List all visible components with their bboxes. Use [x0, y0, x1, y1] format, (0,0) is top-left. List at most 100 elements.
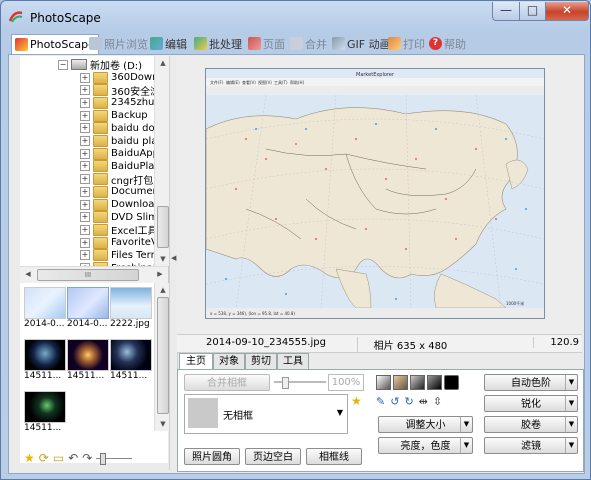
- thumbnail-label: 2014-0...: [24, 319, 65, 329]
- tree-horizontal-scrollbar[interactable]: ◀ III ▶: [20, 266, 168, 283]
- tab-batch[interactable]: 批处理: [194, 34, 242, 53]
- frame-opacity-slider[interactable]: [274, 377, 326, 389]
- scroll-thumb[interactable]: [157, 297, 169, 414]
- expand-icon[interactable]: +: [80, 212, 90, 223]
- tab-combine[interactable]: 合并: [290, 34, 327, 53]
- scroll-left-icon[interactable]: ◀: [20, 267, 36, 281]
- expand-icon[interactable]: +: [80, 85, 90, 96]
- expand-icon[interactable]: +: [80, 72, 90, 83]
- expand-icon[interactable]: +: [80, 224, 90, 235]
- editor-tab-bar: 主页 对象 剪切 工具: [177, 353, 582, 370]
- expand-icon[interactable]: +: [80, 148, 90, 159]
- thumbnail-image: [110, 339, 152, 371]
- main-tab-bar: PhotoScape 照片浏览 编辑 批处理 页面 合并 GIF 动画 打印 ?…: [11, 34, 583, 54]
- thumbnail-label: 14511...: [110, 371, 148, 381]
- thumbnail-item[interactable]: 2014-0...: [67, 287, 109, 329]
- invert-icon[interactable]: [444, 375, 459, 390]
- frame-preview: [188, 398, 218, 428]
- frame-select[interactable]: 无相框 ▼: [184, 394, 348, 434]
- back-arrow-icon[interactable]: ↶: [68, 451, 78, 465]
- open-folder-icon[interactable]: ▭: [53, 451, 64, 465]
- tab-gif[interactable]: GIF 动画: [332, 34, 391, 53]
- photo-status-text: x = 538, y = 346), (lon = 95.8, lat = 40…: [210, 311, 295, 316]
- frame-line-button[interactable]: 相框线: [306, 448, 362, 465]
- close-button[interactable]: ✕: [545, 2, 589, 21]
- thumbnail-scrollbar[interactable]: ▲ ▼: [154, 283, 170, 431]
- expand-icon[interactable]: +: [80, 174, 90, 185]
- resize-button[interactable]: 调整大小 ▼: [378, 416, 473, 433]
- hscroll-thumb[interactable]: III: [37, 269, 139, 281]
- rotate-right-icon[interactable]: ↻: [404, 395, 413, 410]
- round-photo-button[interactable]: 照片圆角: [184, 448, 240, 465]
- forward-arrow-icon[interactable]: ↷: [82, 451, 92, 465]
- tab-page[interactable]: 页面: [248, 34, 285, 53]
- preset-icon[interactable]: [376, 375, 391, 390]
- thumbnail-item[interactable]: 14511...: [110, 339, 152, 381]
- folder-icon: [93, 211, 108, 224]
- tree-vertical-scrollbar[interactable]: ▲ ▼: [154, 56, 170, 266]
- margin-button[interactable]: 页边空白: [245, 448, 301, 465]
- screenshot-photo: MarketExplorer 文件(F) 编辑(E) 查看(V) 视图(V) 工…: [205, 68, 545, 319]
- tab-photoscape[interactable]: PhotoScape: [11, 34, 99, 54]
- rotate-left-icon[interactable]: ↺: [390, 395, 399, 410]
- thumbnail-image: [67, 339, 109, 371]
- collapse-left-icon[interactable]: ◀: [171, 254, 176, 262]
- expand-icon[interactable]: +: [80, 110, 90, 121]
- collapse-icon[interactable]: −: [58, 59, 68, 70]
- sharpen-button[interactable]: 锐化 ▼: [484, 395, 578, 412]
- preset-icon[interactable]: [393, 375, 408, 390]
- minimize-button[interactable]: —: [492, 2, 520, 21]
- drive-icon: [71, 59, 87, 70]
- expand-icon[interactable]: +: [80, 250, 90, 261]
- thumbnail-item[interactable]: 14511...: [24, 339, 66, 381]
- preset-icon[interactable]: [410, 375, 425, 390]
- flip-horizontal-icon[interactable]: ⇹: [419, 395, 428, 410]
- tree-drive[interactable]: − 新加卷 (D:): [58, 58, 142, 72]
- expand-icon[interactable]: +: [80, 136, 90, 146]
- expand-icon[interactable]: +: [80, 237, 90, 248]
- tab-viewer[interactable]: 照片浏览: [89, 34, 148, 53]
- file-name: 2014-09-10_234555.jpg: [206, 337, 326, 348]
- percent-field[interactable]: 100%: [328, 374, 364, 391]
- tab-print[interactable]: 打印: [388, 34, 425, 53]
- image-status-bar: 2014-09-10_234555.jpg 相片 635 x 480 120.9: [177, 334, 582, 353]
- expand-icon[interactable]: +: [80, 123, 90, 134]
- refresh-folder-icon[interactable]: ⟳: [39, 451, 49, 465]
- scroll-right-icon[interactable]: ▶: [152, 267, 168, 281]
- maximize-button[interactable]: □: [519, 2, 546, 21]
- scroll-thumb[interactable]: [157, 206, 169, 248]
- star-icon[interactable]: ★: [24, 451, 35, 465]
- tab-crop[interactable]: 剪切: [245, 353, 277, 369]
- image-viewer[interactable]: MarketExplorer 文件(F) 编辑(E) 查看(V) 视图(V) 工…: [177, 56, 582, 334]
- tab-editor[interactable]: 编辑: [150, 34, 187, 53]
- thumbnail-item[interactable]: 2222.jpg: [110, 287, 152, 329]
- tab-tools[interactable]: 工具: [277, 353, 309, 369]
- filter-button[interactable]: 滤镜 ▼: [484, 437, 578, 454]
- auto-level-button[interactable]: 自动色阶 ▼: [484, 374, 578, 391]
- flip-vertical-icon[interactable]: ⇳: [433, 395, 442, 410]
- thumbnail-label: 14511...: [24, 423, 62, 433]
- title-bar[interactable]: PhotoScape — □ ✕: [1, 1, 590, 33]
- thumbnail-item[interactable]: 14511...: [67, 339, 109, 381]
- map-screenshot-image: MarketExplorer 文件(F) 编辑(E) 查看(V) 视图(V) 工…: [206, 69, 544, 318]
- tab-help[interactable]: ? 帮助: [429, 34, 466, 53]
- tab-label: 页面: [263, 37, 285, 51]
- expand-icon[interactable]: +: [80, 186, 90, 197]
- thumbnail-item[interactable]: 14511...: [24, 391, 66, 433]
- expand-icon[interactable]: +: [80, 161, 90, 172]
- preset-icon[interactable]: [427, 375, 442, 390]
- brush-icon[interactable]: ✎: [376, 395, 385, 410]
- tab-object[interactable]: 对象: [213, 353, 245, 369]
- tab-home[interactable]: 主页: [179, 353, 213, 370]
- expand-icon[interactable]: +: [80, 199, 90, 210]
- editor-icon: [150, 37, 163, 50]
- favorite-star-icon[interactable]: ★: [351, 394, 362, 408]
- brightness-button[interactable]: 亮度，色度 ▼: [378, 437, 473, 454]
- folder-icon: [93, 109, 108, 122]
- tree-folder-item[interactable]: + Backup: [80, 109, 148, 122]
- film-button[interactable]: 胶卷 ▼: [484, 416, 578, 433]
- expand-icon[interactable]: +: [80, 97, 90, 108]
- thumbnail-size-slider[interactable]: [96, 453, 133, 465]
- merge-frame-button[interactable]: 合并相框: [184, 374, 270, 391]
- thumbnail-item[interactable]: 2014-0...: [24, 287, 66, 329]
